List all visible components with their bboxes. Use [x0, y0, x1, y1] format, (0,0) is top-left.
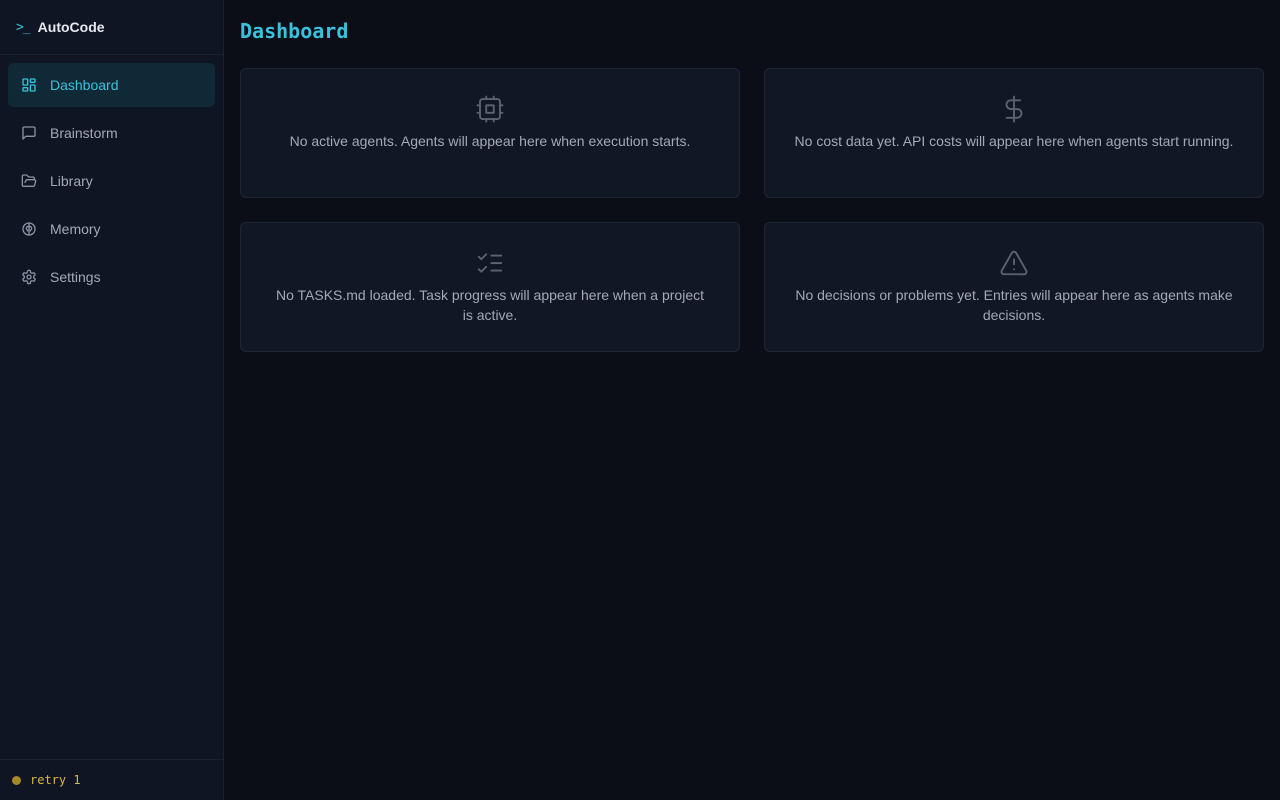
sidebar-item-settings[interactable]: Settings — [8, 255, 215, 299]
app-name: AutoCode — [37, 19, 105, 35]
message-square-icon — [20, 124, 38, 142]
cpu-icon — [474, 93, 506, 125]
tasks-card: No TASKS.md loaded. Task progress will a… — [240, 222, 740, 352]
sidebar-item-label: Memory — [50, 221, 101, 237]
status-dot — [12, 775, 21, 785]
agents-empty-text: No active agents. Agents will appear her… — [289, 133, 691, 149]
gear-icon — [20, 268, 38, 286]
dollar-sign-icon — [998, 93, 1030, 125]
decisions-card: No decisions or problems yet. Entries wi… — [764, 222, 1264, 352]
sidebar-item-memory[interactable]: Memory — [8, 207, 215, 251]
alert-triangle-icon — [998, 247, 1030, 279]
sidebar: >_ AutoCode Dashboard Brainstorm Library… — [0, 0, 224, 800]
status-bar: retry 1 — [0, 759, 223, 800]
page-title: Dashboard — [240, 19, 349, 43]
status-text: retry 1 — [30, 773, 81, 787]
brand: >_ AutoCode — [0, 0, 223, 55]
sidebar-item-dashboard[interactable]: Dashboard — [8, 63, 215, 107]
terminal-prompt-icon: >_ — [16, 19, 31, 35]
main-content: Dashboard No active agents. Agents will … — [224, 0, 1280, 800]
sidebar-item-label: Library — [50, 173, 93, 189]
sidebar-item-brainstorm[interactable]: Brainstorm — [8, 111, 215, 155]
sidebar-item-library[interactable]: Library — [8, 159, 215, 203]
layout-grid-icon — [20, 76, 38, 94]
agents-card: No active agents. Agents will appear her… — [240, 68, 740, 198]
sidebar-item-label: Brainstorm — [50, 125, 118, 141]
folder-open-icon — [20, 172, 38, 190]
sidebar-nav: Dashboard Brainstorm Library Memory Sett… — [0, 55, 223, 759]
tasks-empty-text: No TASKS.md loaded. Task progress will a… — [275, 287, 704, 323]
app-root: >_ AutoCode Dashboard Brainstorm Library… — [0, 0, 1280, 800]
decisions-empty-text: No decisions or problems yet. Entries wi… — [795, 287, 1233, 323]
dashboard-grid: No active agents. Agents will appear her… — [240, 68, 1264, 352]
sidebar-item-label: Settings — [50, 269, 101, 285]
sidebar-item-label: Dashboard — [50, 77, 119, 93]
costs-empty-text: No cost data yet. API costs will appear … — [794, 133, 1234, 149]
brain-icon — [20, 220, 38, 238]
list-checks-icon — [474, 247, 506, 279]
costs-card: No cost data yet. API costs will appear … — [764, 68, 1264, 198]
